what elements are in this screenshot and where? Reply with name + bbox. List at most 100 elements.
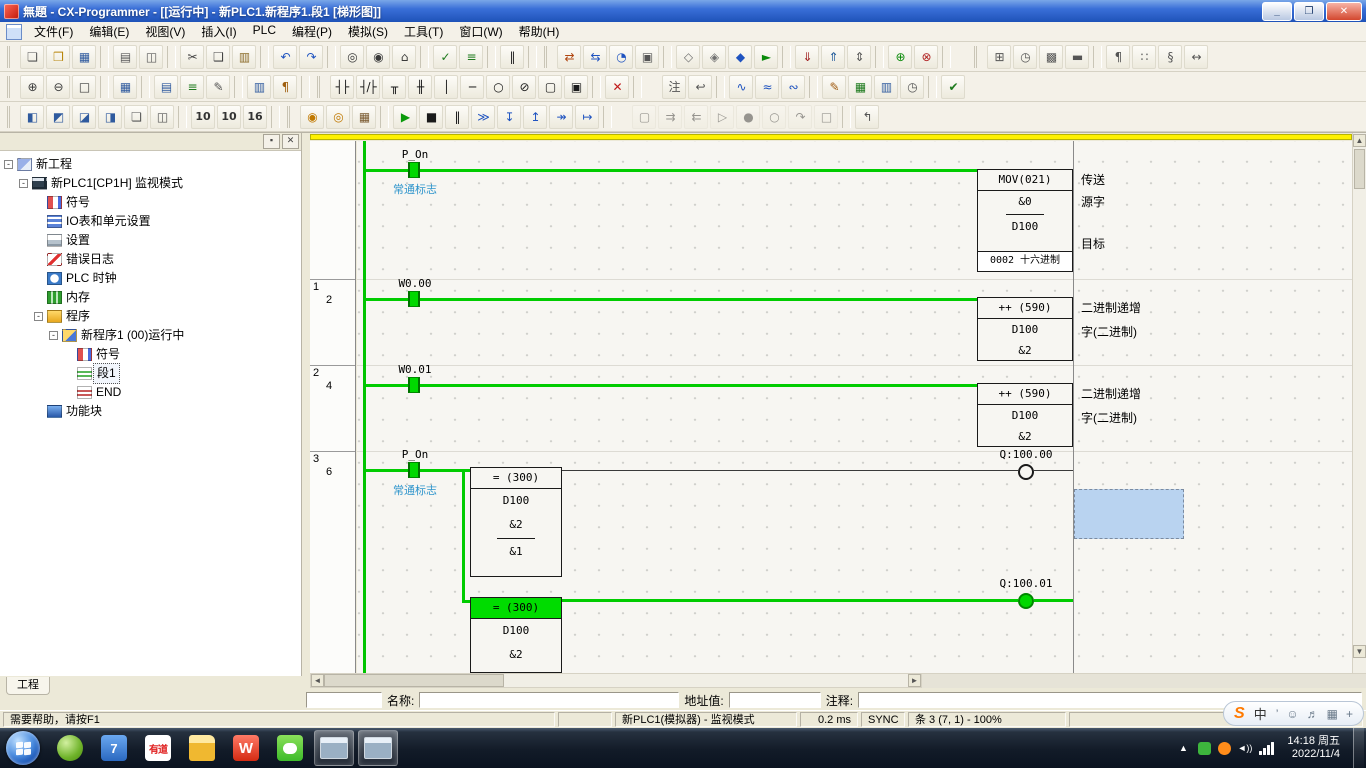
replace-button[interactable]: ◉ [366,45,390,69]
ladder-editor[interactable]: 1 2 2 4 3 6 P_On [302,132,1366,688]
symbol-table-button[interactable]: ▤ [154,75,178,99]
vertical-scroll-thumb[interactable] [1354,149,1365,189]
sogou-logo-icon[interactable]: S [1234,705,1245,723]
volume-icon[interactable]: ◄)) [1238,740,1253,756]
vertical-scrollbar[interactable]: ▲ ▼ [1352,133,1366,673]
operand[interactable]: &2 [471,513,561,537]
show-rung-annotations-button[interactable]: ∷ [1132,45,1156,69]
operand[interactable]: D100 [978,319,1072,340]
contact-w000[interactable] [408,291,420,307]
output-coil-q100-00[interactable] [1018,464,1034,480]
rung-margin[interactable] [310,141,355,279]
taskbar-app-wechat[interactable] [270,730,310,766]
mnemonic-view-button[interactable]: ✎ [206,75,230,99]
output-coil-q100-01[interactable] [1018,593,1034,609]
name-field[interactable] [419,692,679,708]
selection-highlight[interactable] [1074,489,1184,539]
rung-margin[interactable]: 2 4 [310,365,355,451]
ladder-canvas[interactable] [357,141,1352,673]
toolbar-grip[interactable] [7,76,15,98]
new-horizontal-line-button[interactable]: ─ [460,75,484,99]
work-online-button[interactable]: ⇄ [557,45,581,69]
compare-instruction-block-selected[interactable]: = (300) D100 &2 [470,597,562,673]
operand[interactable]: &2 [978,340,1072,361]
menu-file[interactable]: 文件(F) [26,21,81,42]
auto-online-button[interactable]: ⇆ [583,45,607,69]
cascade-windows-button[interactable]: ❏ [124,105,148,129]
mdi-child-icon[interactable] [6,24,22,40]
new-closed-coil-button[interactable]: ⊘ [512,75,536,99]
jump-back-button[interactable]: ↰ [855,105,879,129]
search-address-button[interactable]: ⌂ [392,45,416,69]
operand[interactable]: D100 [471,619,561,643]
zoom-100-button[interactable]: □ [72,75,96,99]
ime-tray-icon[interactable] [1218,742,1231,755]
sim-run-button[interactable]: ▶ [393,105,417,129]
tile-windows-button[interactable]: ◫ [150,105,174,129]
sim-step-out-button[interactable]: ↥ [523,105,547,129]
tree-item-error-log[interactable]: -错误日志 [0,250,301,269]
menu-program[interactable]: 编程(P) [284,21,340,42]
tree-item-programs[interactable]: -程序 [0,307,301,326]
open-project-button[interactable]: ❒ [46,45,70,69]
pause-monitor-button[interactable]: ▣ [635,45,659,69]
force-off-button[interactable]: ⊗ [914,45,938,69]
save-project-button[interactable]: ▦ [72,45,96,69]
toggle-workspace-button[interactable]: ◧ [20,105,44,129]
redo-button[interactable]: ↷ [299,45,323,69]
address-field[interactable] [729,692,821,708]
compare-with-plc-button[interactable]: ⇕ [847,45,871,69]
taskbar-clock[interactable]: 14:18 周五 2022/11/4 [1281,735,1346,761]
operand-destination[interactable]: D100 [978,216,1072,238]
menu-window[interactable]: 窗口(W) [451,21,510,42]
monitor-mode-button[interactable]: ◆ [728,45,752,69]
sim-pause-button[interactable]: ‖ [445,105,469,129]
compile-all-button[interactable]: ≡ [459,45,483,69]
tree-item-memory[interactable]: -内存 [0,288,301,307]
taskbar-app-app-blue[interactable]: 7 [94,730,134,766]
run-mode-button[interactable]: ► [754,45,778,69]
output-window-button[interactable]: ▬ [1065,45,1089,69]
toolbar-grip[interactable] [317,76,325,98]
tree-item-program1-symbols[interactable]: -符号 [0,345,301,364]
new-closed-or-contact-button[interactable]: ╫ [408,75,432,99]
section-list-button[interactable]: ▥ [247,75,271,99]
operand[interactable]: &2 [978,426,1072,447]
differential-monitor-button[interactable]: ∿ [729,75,753,99]
scroll-right-button[interactable]: ► [908,674,921,687]
sim-stop-button[interactable]: ■ [419,105,443,129]
tree-item-program1[interactable]: -新程序1 (00)运行中 [0,326,301,345]
toolbar-grip[interactable] [974,46,982,68]
show-sections-button[interactable]: § [1158,45,1182,69]
monitoring-button[interactable]: ◉ [300,105,324,129]
plc-memory-button[interactable]: ▦ [848,75,872,99]
operand[interactable]: D100 [471,489,561,513]
menu-insert[interactable]: 插入(I) [193,21,244,42]
tree-item-symbols[interactable]: -符号 [0,193,301,212]
tree-collapse-toggle[interactable]: - [34,312,43,321]
time-chart-monitor-button[interactable]: ∾ [781,75,805,99]
undo-button[interactable]: ↶ [273,45,297,69]
scroll-down-button[interactable]: ▼ [1353,645,1366,658]
contact-w001[interactable] [408,377,420,393]
operand[interactable]: &1 [471,540,561,564]
contact-p-on[interactable] [408,162,420,178]
taskbar-app-wps[interactable]: W [226,730,266,766]
monitoring-pause-button[interactable]: ◎ [326,105,350,129]
emoji-icon[interactable]: ☺ [1286,707,1298,721]
horizontal-scroll-thumb[interactable] [324,674,504,687]
cross-reference-button[interactable]: ⊞ [987,45,1011,69]
soft-keyboard-icon[interactable]: ▦ [1327,707,1338,721]
toggle-grid-button[interactable]: ▦ [113,75,137,99]
pause-flag-button[interactable]: ‖ [500,45,524,69]
taskbar-app-explorer[interactable] [182,730,222,766]
operand-source[interactable]: &0 [978,191,1072,213]
data-trace-button[interactable]: ≈ [755,75,779,99]
increment-instruction-block[interactable]: ++ (590) D100 &2 [977,383,1073,447]
toolbar-grip[interactable] [287,106,295,128]
new-coil-button[interactable]: ○ [486,75,510,99]
sim-step-in-button[interactable]: ↧ [497,105,521,129]
new-vertical-line-button[interactable]: │ [434,75,458,99]
work-online-simulator-button[interactable]: ▦ [352,105,376,129]
start-button[interactable] [6,731,40,765]
